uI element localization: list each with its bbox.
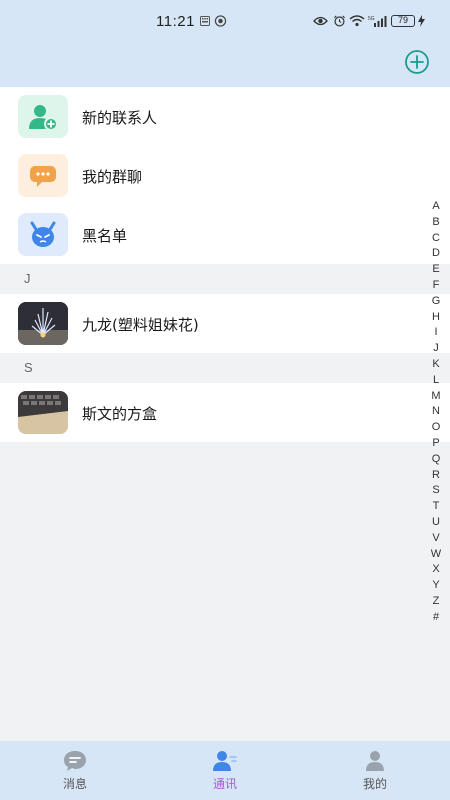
add-contact-icon xyxy=(18,95,68,138)
index-letter[interactable]: A xyxy=(426,199,446,215)
index-letter[interactable]: K xyxy=(426,357,446,373)
index-letter[interactable]: P xyxy=(426,436,446,452)
contact-item[interactable]: 九龙(塑料姐妹花) xyxy=(0,294,450,353)
index-letter[interactable]: B xyxy=(426,215,446,231)
index-letter[interactable]: L xyxy=(426,373,446,389)
keyboard-icon xyxy=(200,16,210,26)
index-letter[interactable]: Z xyxy=(426,594,446,610)
index-letter[interactable]: W xyxy=(426,547,446,563)
index-letter[interactable]: D xyxy=(426,246,446,262)
blacklist-label: 黑名单 xyxy=(82,227,128,245)
tab-profile[interactable]: 我的 xyxy=(300,741,450,800)
eye-icon xyxy=(313,16,328,26)
tab-label: 通讯 xyxy=(212,777,237,791)
section-letter: J xyxy=(24,271,31,286)
svg-text:5G: 5G xyxy=(368,16,375,22)
group-chats-item[interactable]: 我的群聊 xyxy=(0,146,450,205)
index-letter[interactable]: J xyxy=(426,341,446,357)
index-letter[interactable]: V xyxy=(426,531,446,547)
alphabet-index-bar[interactable]: A B C D E F G H I J K L M N O P Q R S T U V W X Y Z # xyxy=(426,199,446,626)
index-letter[interactable]: N xyxy=(426,404,446,420)
group-chat-icon xyxy=(18,154,68,197)
tab-label: 消息 xyxy=(62,777,87,791)
contact-item[interactable]: 斯文的方盒 xyxy=(0,383,450,442)
status-time: 11:21 xyxy=(156,13,195,30)
alarm-icon xyxy=(334,15,345,27)
plus-circle-icon[interactable] xyxy=(404,49,430,75)
blacklist-devil-icon xyxy=(18,213,68,256)
vpn-icon xyxy=(214,15,227,27)
profile-icon xyxy=(366,751,384,771)
index-letter[interactable]: M xyxy=(426,389,446,405)
index-letter[interactable]: O xyxy=(426,420,446,436)
index-letter[interactable]: R xyxy=(426,468,446,484)
new-contacts-item[interactable]: 新的联系人 xyxy=(0,87,450,146)
section-header-s: S xyxy=(0,353,450,383)
chat-bubble-icon xyxy=(64,751,86,771)
index-letter[interactable]: Y xyxy=(426,578,446,594)
signal-icon: 5G xyxy=(368,16,387,27)
tab-messages[interactable]: 消息 xyxy=(0,741,150,800)
contact-avatar xyxy=(18,302,68,345)
contact-avatar xyxy=(18,391,68,434)
charging-icon xyxy=(418,15,425,27)
status-bar: 11:21 5G 79 xyxy=(0,0,450,44)
index-letter[interactable]: I xyxy=(426,325,446,341)
contact-name: 九龙(塑料姐妹花) xyxy=(82,316,199,334)
index-letter[interactable]: F xyxy=(426,278,446,294)
contacts-icon xyxy=(213,751,237,771)
contact-name: 斯文的方盒 xyxy=(82,405,158,423)
index-letter[interactable]: G xyxy=(426,294,446,310)
wifi-icon xyxy=(349,15,365,27)
index-letter[interactable]: U xyxy=(426,515,446,531)
battery-indicator: 79 xyxy=(391,15,415,27)
new-contacts-label: 新的联系人 xyxy=(82,109,158,127)
header: 11:21 5G 79 xyxy=(0,0,450,87)
index-letter[interactable]: H xyxy=(426,310,446,326)
index-letter[interactable]: S xyxy=(426,483,446,499)
section-header-j: J xyxy=(0,264,450,294)
index-letter[interactable]: E xyxy=(426,262,446,278)
index-letter[interactable]: # xyxy=(426,610,446,626)
tab-contacts[interactable]: 通讯 xyxy=(150,741,300,800)
bottom-tab-bar: 消息 通讯 我的 xyxy=(0,741,450,800)
blacklist-item[interactable]: 黑名单 xyxy=(0,205,450,264)
section-letter: S xyxy=(24,360,33,375)
index-letter[interactable]: X xyxy=(426,562,446,578)
index-letter[interactable]: T xyxy=(426,499,446,515)
tab-label: 我的 xyxy=(362,777,387,791)
index-letter[interactable]: C xyxy=(426,231,446,247)
index-letter[interactable]: Q xyxy=(426,452,446,468)
group-chats-label: 我的群聊 xyxy=(82,168,143,186)
